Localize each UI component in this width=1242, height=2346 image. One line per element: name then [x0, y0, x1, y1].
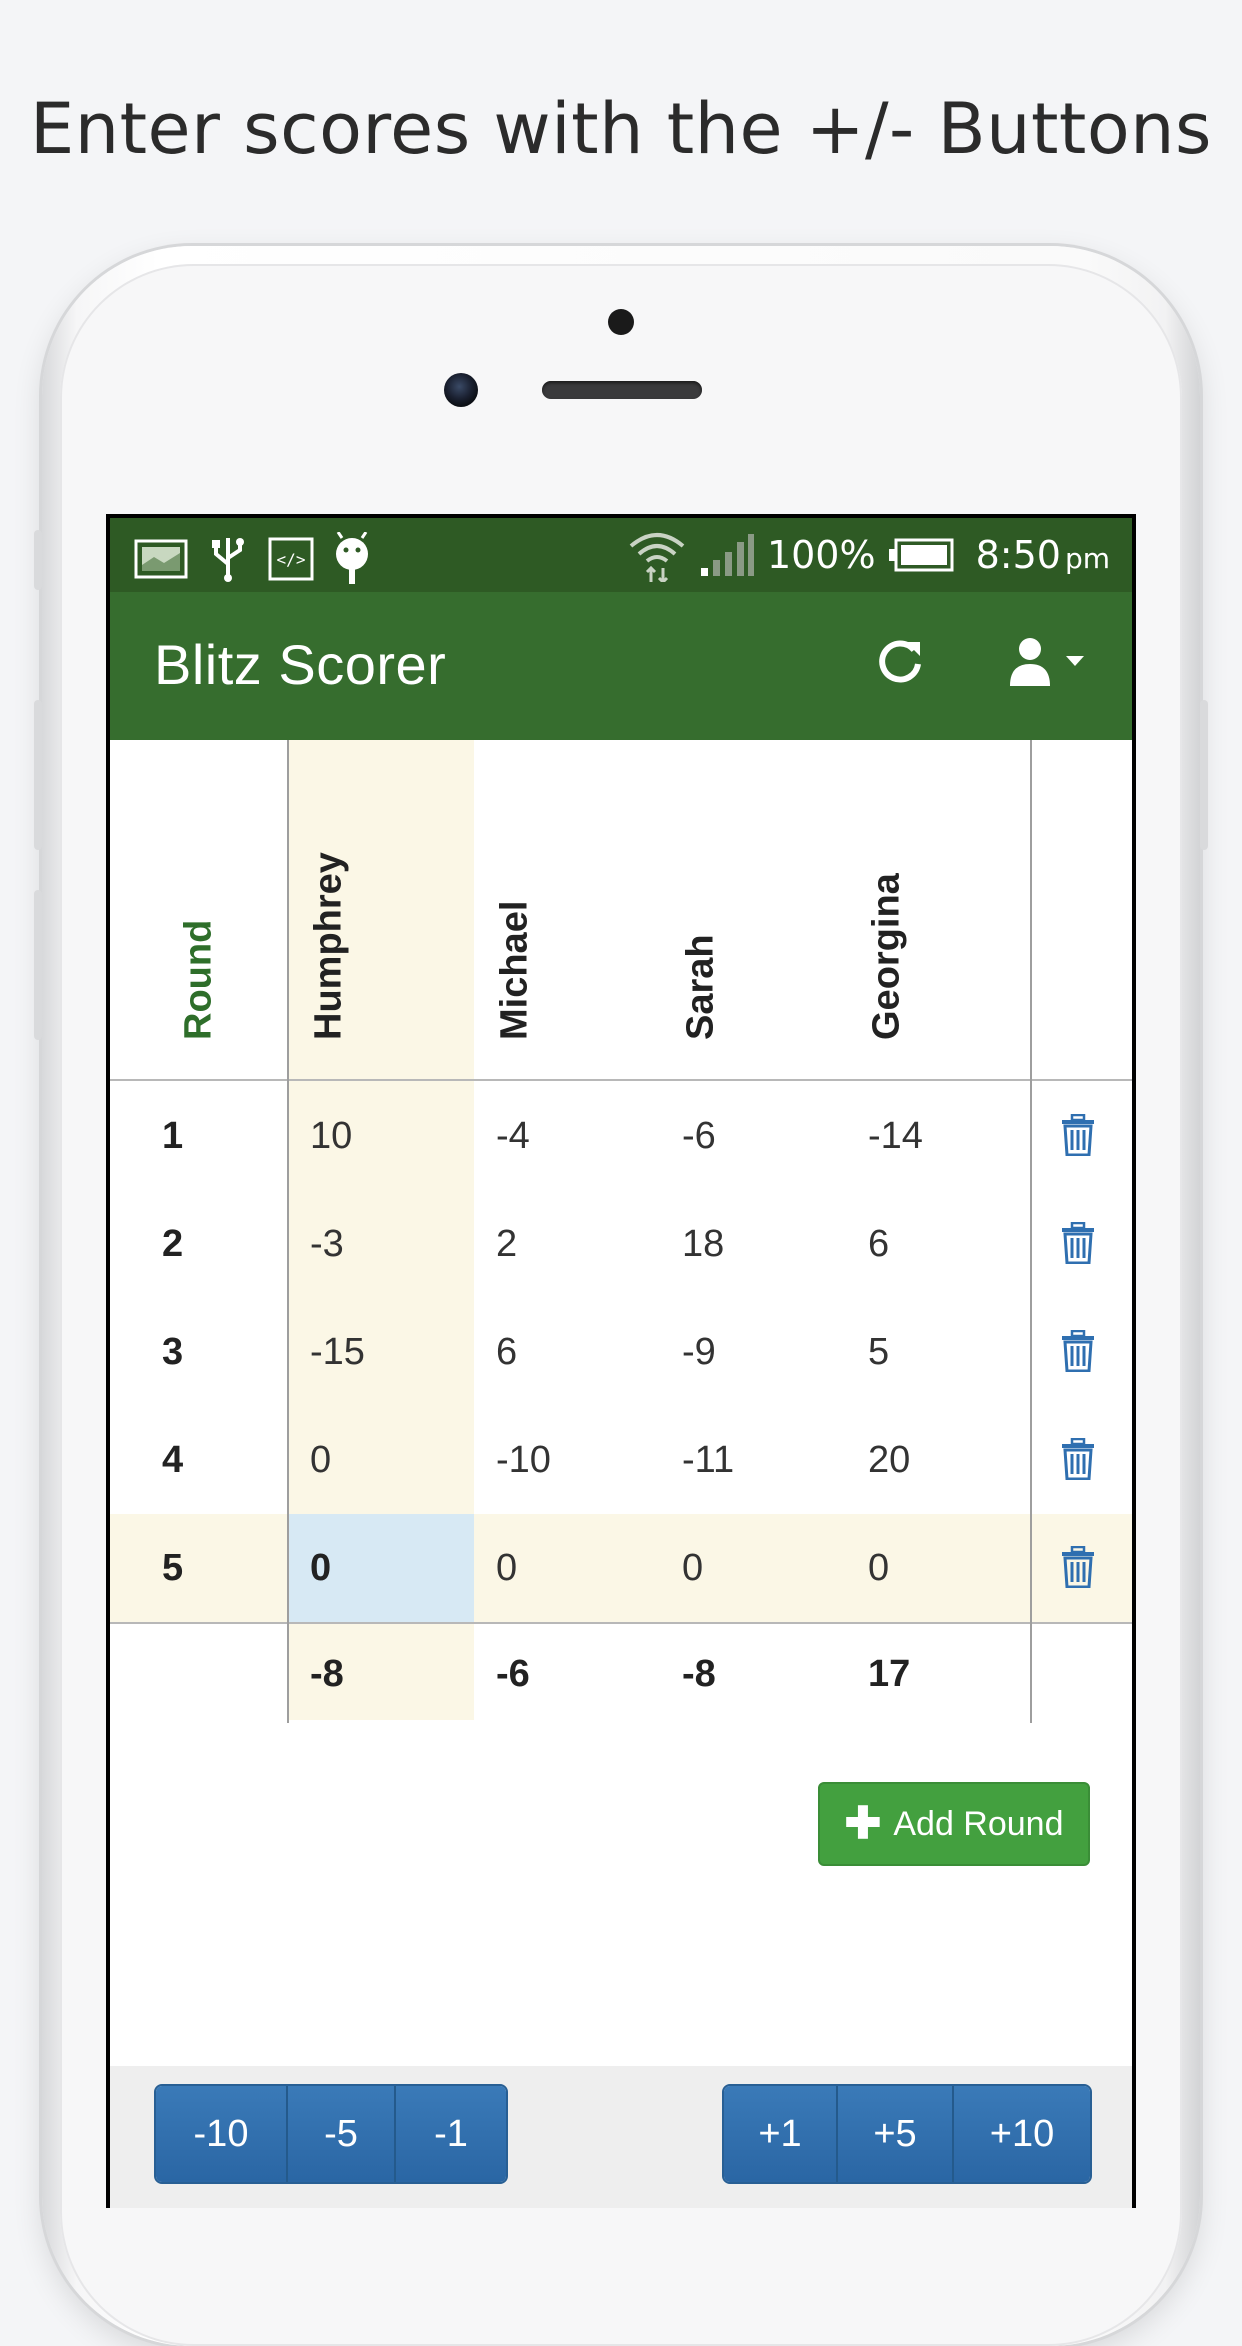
player-header-georgina[interactable]: Georgina [846, 740, 1032, 1080]
round-column-header: Round [110, 740, 288, 1080]
trash-icon[interactable] [1060, 1546, 1096, 1588]
column-divider [287, 740, 289, 1723]
front-sensor [608, 309, 634, 335]
player-header-michael[interactable]: Michael [474, 740, 660, 1080]
selected-score-cell[interactable]: 0 [288, 1514, 474, 1622]
player-name: Georgina [865, 873, 908, 1040]
trash-icon[interactable] [1060, 1438, 1096, 1480]
round-header-label: Round [177, 919, 220, 1040]
score-cell[interactable]: 0 [496, 1514, 517, 1622]
status-bar: </> 100% 8:50 pm [110, 518, 1132, 592]
player-name: Humphrey [307, 852, 350, 1040]
android-icon [336, 532, 368, 584]
round-number: 1 [162, 1115, 184, 1157]
plus-button-group: +1 +5 +10 [722, 2084, 1092, 2184]
total-cell: 17 [868, 1653, 911, 1695]
player-name: Michael [493, 900, 536, 1040]
score-cell[interactable]: 6 [496, 1298, 517, 1406]
score-cell[interactable]: -11 [682, 1406, 734, 1514]
minus-1-button[interactable]: -1 [396, 2086, 506, 2182]
minus-5-button[interactable]: -5 [288, 2086, 396, 2182]
plus-icon: ✚ [844, 1799, 882, 1848]
usb-icon [212, 538, 244, 582]
clock-ampm: pm [1064, 542, 1110, 575]
table-row: 4 0 -10 -11 20 [110, 1406, 1132, 1514]
mute-switch [34, 530, 42, 590]
volume-up-button [34, 700, 42, 850]
trash-icon[interactable] [1060, 1330, 1096, 1372]
column-divider [1030, 740, 1032, 1723]
current-round-row: 5 0 0 0 0 [110, 1514, 1132, 1622]
score-cell[interactable]: -10 [496, 1406, 551, 1514]
round-number: 4 [162, 1439, 184, 1481]
phone-screen: </> 100% 8:50 pm Blitz Scorer Round Humph… [106, 514, 1136, 2208]
add-round-button[interactable]: ✚ Add Round [818, 1782, 1090, 1866]
table-row: 1 10 -4 -6 -14 [110, 1082, 1132, 1190]
score-cell[interactable]: 5 [868, 1298, 889, 1406]
totals-row: -8 -6 -8 17 [110, 1624, 1132, 1724]
score-cell[interactable]: 6 [868, 1190, 889, 1298]
trash-icon[interactable] [1060, 1114, 1096, 1156]
round-number: 5 [162, 1547, 184, 1589]
header-divider [110, 1079, 1132, 1081]
score-cell[interactable]: -14 [868, 1082, 923, 1190]
svg-text:</>: </> [277, 550, 306, 569]
app-title[interactable]: Blitz Scorer [154, 632, 446, 697]
plus-5-button[interactable]: +5 [838, 2086, 954, 2182]
battery-percent: 100% [766, 533, 876, 577]
score-cell[interactable]: -3 [310, 1190, 344, 1298]
score-cell[interactable]: 0 [310, 1406, 331, 1514]
score-cell[interactable]: 20 [868, 1406, 910, 1514]
round-number: 3 [162, 1331, 184, 1373]
front-camera [444, 373, 478, 407]
total-cell: -8 [682, 1653, 716, 1695]
app-bar: Blitz Scorer [110, 592, 1132, 740]
image-icon [134, 539, 188, 579]
minus-10-button[interactable]: -10 [156, 2086, 288, 2182]
signal-icon [700, 534, 754, 576]
trash-icon[interactable] [1060, 1222, 1096, 1264]
page-caption: Enter scores with the +/- Buttons [29, 88, 1213, 170]
table-row: 3 -15 6 -9 5 [110, 1298, 1132, 1406]
minus-button-group: -10 -5 -1 [154, 2084, 508, 2184]
plus-10-button[interactable]: +10 [954, 2086, 1090, 2182]
score-cell[interactable]: -9 [682, 1298, 716, 1406]
score-cell[interactable]: -15 [310, 1298, 365, 1406]
clock-time: 8:50 [975, 533, 1061, 577]
player-header-sarah[interactable]: Sarah [660, 740, 846, 1080]
total-cell: -8 [310, 1653, 344, 1695]
refresh-icon[interactable] [876, 636, 926, 686]
player-name: Sarah [679, 934, 722, 1040]
score-cell[interactable]: 0 [682, 1514, 703, 1622]
code-icon: </> [268, 537, 314, 581]
score-cell[interactable]: 18 [682, 1190, 724, 1298]
earpiece-speaker [542, 381, 702, 399]
wifi-icon [629, 533, 685, 582]
table-row: 2 -3 2 18 6 [110, 1190, 1132, 1298]
power-button [1200, 700, 1208, 850]
score-cell[interactable]: 0 [868, 1514, 889, 1622]
user-dropdown-icon[interactable] [1008, 636, 1094, 690]
volume-down-button [34, 890, 42, 1040]
score-cell[interactable]: 2 [496, 1190, 517, 1298]
plus-1-button[interactable]: +1 [724, 2086, 838, 2182]
round-number: 2 [162, 1223, 184, 1265]
score-cell[interactable]: -4 [496, 1082, 530, 1190]
battery-icon [888, 538, 954, 572]
add-round-label: Add Round [893, 1804, 1064, 1843]
total-cell: -6 [496, 1653, 530, 1695]
score-cell[interactable]: -6 [682, 1082, 716, 1190]
score-cell[interactable]: 10 [310, 1082, 352, 1190]
player-header-humphrey[interactable]: Humphrey [288, 740, 474, 1080]
